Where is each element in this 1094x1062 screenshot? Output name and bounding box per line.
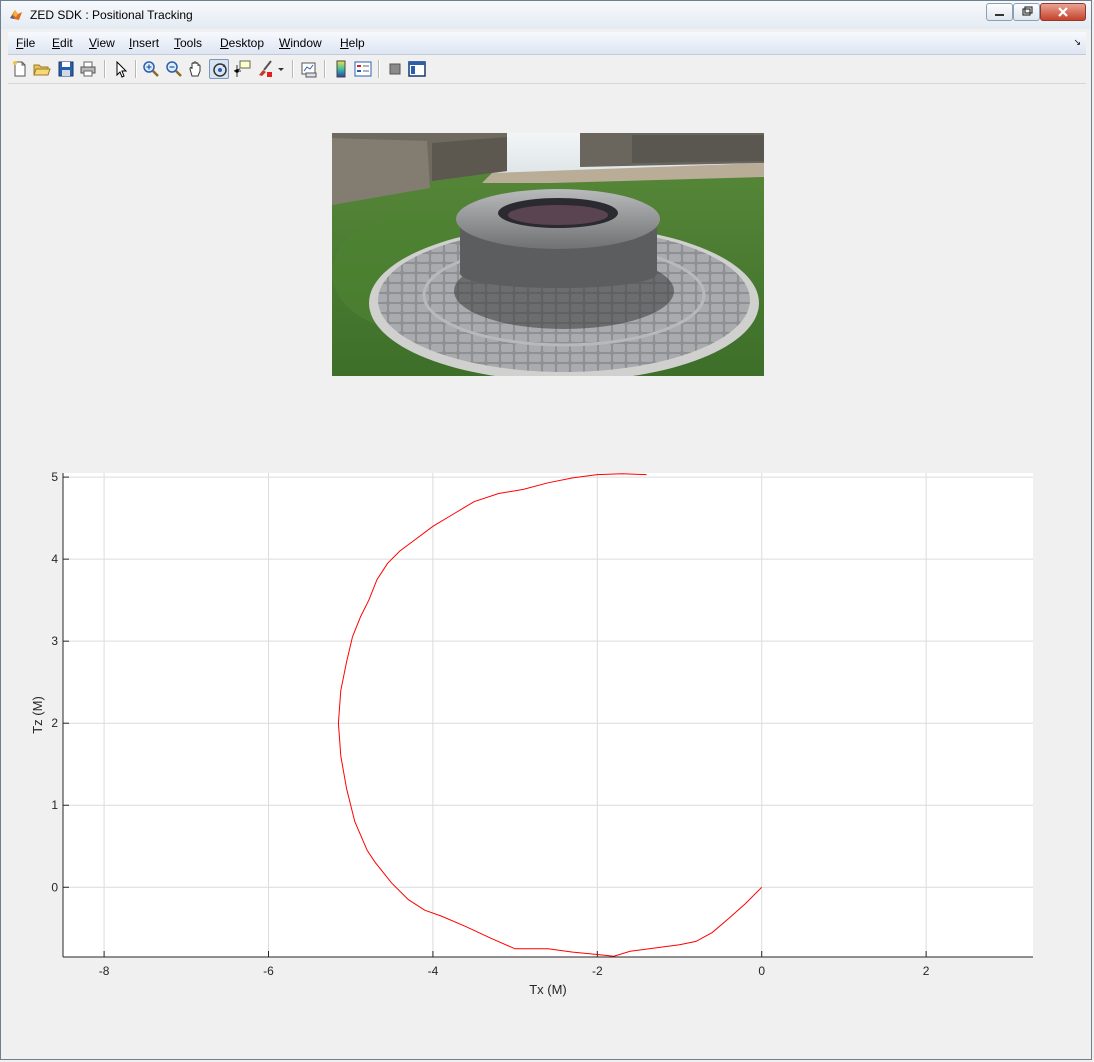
menu-file[interactable]: File [16, 36, 35, 50]
y-tick-label: 5 [51, 470, 58, 484]
minimize-icon [995, 14, 1004, 16]
close-icon [1058, 7, 1068, 17]
figure-toolbar [8, 55, 1086, 84]
legend-icon [354, 61, 372, 77]
figure-window: ZED SDK : Positional Tracking File Edit … [0, 0, 1092, 1060]
zoom-in-button[interactable] [141, 59, 161, 79]
menu-desktop[interactable]: Desktop [220, 36, 264, 50]
y-tick-label: 0 [51, 880, 58, 894]
data-cursor-icon [233, 60, 251, 77]
menu-insert[interactable]: Insert [129, 36, 159, 50]
x-tick-label: 2 [923, 964, 930, 978]
axes-background [63, 473, 1033, 957]
restore-button[interactable] [1013, 3, 1040, 21]
minimize-button[interactable] [986, 3, 1013, 21]
open-file-icon [33, 64, 51, 76]
toolbar-separator [324, 60, 326, 78]
colorbar-button[interactable] [331, 59, 351, 79]
brush-icon [259, 60, 272, 77]
legend-button[interactable] [353, 59, 373, 79]
menu-window[interactable]: Window [279, 36, 322, 50]
zoom-out-button[interactable] [164, 59, 184, 79]
y-tick-label: 1 [51, 798, 58, 812]
menu-view[interactable]: View [89, 36, 115, 50]
open-file-button[interactable] [32, 59, 52, 79]
y-axis-label: Tz (M) [30, 696, 45, 734]
hide-plot-tools-button[interactable] [385, 59, 405, 79]
plot-axes-area: -8 -6 -4 -2 0 2 0 1 2 3 4 5 Tx (M) Tz (M) [1, 461, 1094, 1021]
toolbar-separator [135, 60, 137, 78]
pan-hand-icon [189, 61, 201, 77]
x-tick-label: -8 [99, 964, 110, 978]
print-button[interactable] [78, 59, 98, 79]
x-tick-label: -4 [428, 964, 439, 978]
zoom-in-icon [143, 61, 159, 77]
edit-plot-button[interactable] [111, 59, 131, 79]
close-button[interactable] [1040, 3, 1086, 21]
x-axis-label: Tx (M) [529, 982, 567, 997]
show-plot-tools-button[interactable] [407, 59, 427, 79]
rotate-3d-icon [213, 63, 227, 77]
window-title: ZED SDK : Positional Tracking [30, 8, 193, 22]
link-plot-button[interactable] [299, 59, 319, 79]
colorbar-icon [336, 60, 346, 78]
toolbar-separator [292, 60, 294, 78]
rotate-3d-button[interactable] [209, 59, 229, 79]
save-button[interactable] [56, 59, 76, 79]
menu-edit[interactable]: Edit [52, 36, 73, 50]
show-plot-tools-icon [408, 61, 426, 77]
brush-button[interactable] [256, 59, 276, 79]
save-icon [58, 61, 74, 77]
data-cursor-button[interactable] [232, 59, 252, 79]
matlab-icon [10, 10, 22, 20]
toolbar-separator [378, 60, 380, 78]
link-plot-icon [301, 62, 317, 78]
new-figure-button[interactable] [10, 59, 30, 79]
x-tick-label: -2 [592, 964, 603, 978]
x-tick-label: 0 [758, 964, 765, 978]
edit-plot-arrow-icon [116, 60, 128, 78]
new-figure-icon [13, 61, 26, 77]
brush-dropdown-icon [278, 68, 284, 71]
menu-tools[interactable]: Tools [174, 36, 202, 50]
menu-bar: File Edit View Insert Tools Desktop Wind… [8, 32, 1086, 55]
title-bar[interactable]: ZED SDK : Positional Tracking [1, 1, 1091, 29]
y-tick-label: 2 [51, 716, 58, 730]
zoom-out-icon [166, 61, 182, 77]
tracking-plot[interactable]: -8 -6 -4 -2 0 2 0 1 2 3 4 5 Tx (M) Tz (M) [1, 461, 1094, 1021]
well-scene-picture [332, 133, 764, 376]
dock-figure-icon[interactable]: ↘ [1073, 37, 1081, 48]
restore-icon [1022, 6, 1033, 16]
hide-plot-tools-icon [389, 63, 401, 75]
print-icon [80, 61, 96, 77]
pan-button[interactable] [186, 59, 206, 79]
toolbar-separator [104, 60, 106, 78]
y-tick-label: 4 [51, 552, 58, 566]
menu-help[interactable]: Help [340, 36, 365, 50]
x-tick-label: -6 [263, 964, 274, 978]
brush-dropdown-button[interactable] [276, 59, 286, 79]
y-tick-label: 3 [51, 634, 58, 648]
camera-frame-image [332, 133, 764, 376]
